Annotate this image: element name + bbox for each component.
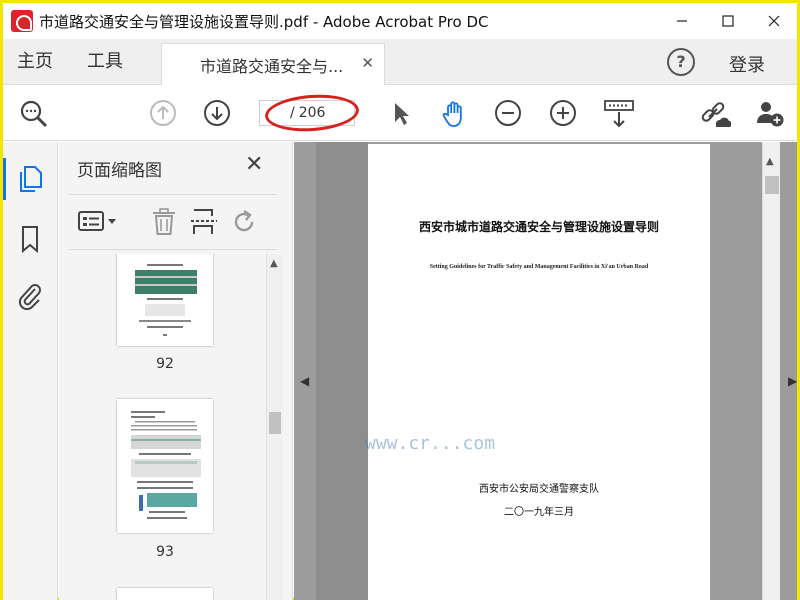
thumbnail-label-92: 92: [156, 356, 174, 372]
tab-tools[interactable]: 工具: [87, 39, 123, 85]
thumbnail-page-93[interactable]: [117, 399, 213, 533]
maximize-icon: [722, 15, 734, 27]
document-date: 二〇一九年三月: [504, 507, 574, 518]
watermark: www.cr...com: [365, 433, 496, 454]
select-arrow-icon[interactable]: [387, 99, 415, 127]
close-icon: [768, 15, 780, 27]
thumbnail-92-preview: [135, 264, 197, 336]
panel-title: 页面缩略图: [77, 161, 162, 181]
title-bar: 市道路交通安全与管理设施设置导则.pdf - Adobe Acrobat Pro…: [3, 3, 797, 39]
attachment-icon[interactable]: [16, 280, 44, 310]
panel-scrollbar[interactable]: ▲: [266, 254, 283, 600]
extract-page-icon[interactable]: [189, 207, 219, 237]
share-link-icon[interactable]: [699, 99, 731, 127]
window-title: 市道路交通安全与管理设施设置导则.pdf - Adobe Acrobat Pro…: [39, 12, 489, 31]
thumbnail-list: 92 93: [69, 254, 267, 600]
toolbar: / 206: [3, 85, 797, 141]
tab-document-label: 市道路交通安全与...: [200, 56, 344, 76]
rotate-page-icon[interactable]: [229, 207, 259, 237]
tab-document[interactable]: 市道路交通安全与... ✕: [161, 43, 385, 85]
minimize-icon: [677, 20, 687, 22]
tab-home[interactable]: 主页: [17, 39, 53, 85]
acrobat-logo-icon: [11, 10, 33, 32]
thumbnail-page-94[interactable]: [117, 588, 213, 600]
thumbnail-page-92[interactable]: [117, 254, 213, 346]
tab-close-button[interactable]: ✕: [361, 54, 374, 72]
thumbnail-93-preview: [131, 411, 201, 519]
window-controls: [659, 3, 797, 39]
page-down-icon[interactable]: [203, 99, 231, 127]
panel-scroll-thumb[interactable]: [269, 412, 281, 434]
close-window-button[interactable]: [751, 3, 797, 39]
collapse-left-arrow-icon[interactable]: ◀: [300, 374, 309, 388]
scroll-up-arrow-icon[interactable]: ▲: [270, 258, 278, 269]
document-scrollbar[interactable]: ▲: [762, 142, 780, 600]
keyboard-scroll-icon[interactable]: [603, 99, 635, 128]
doc-scroll-up-arrow-icon[interactable]: ▲: [766, 156, 774, 167]
thumbnail-label-93: 93: [156, 544, 174, 560]
zoom-out-icon[interactable]: [494, 99, 522, 127]
document-gutter: [316, 142, 368, 600]
help-button[interactable]: ?: [667, 48, 695, 76]
tab-bar: 主页 工具 市道路交通安全与... ✕ ? 登录: [3, 39, 797, 85]
zoom-in-icon[interactable]: [549, 99, 577, 127]
add-user-icon[interactable]: [755, 99, 784, 127]
panel-toolbar: [69, 194, 277, 250]
delete-page-icon[interactable]: [149, 207, 179, 237]
document-title-en: Setting Guidelines for Traffic Safety an…: [429, 264, 649, 270]
document-view: ◀ 西安市城市道路交通安全与管理设施设置导则 Setting Guideline…: [294, 142, 797, 600]
thumbnail-options-icon[interactable]: [77, 207, 117, 237]
collapse-right-arrow-icon[interactable]: ▶: [788, 374, 797, 388]
panel-close-button[interactable]: ✕: [245, 152, 263, 177]
document-organization: 西安市公安局交通警察支队: [479, 484, 599, 495]
maximize-button[interactable]: [705, 3, 751, 39]
hand-icon[interactable]: [439, 99, 467, 127]
page-thumbnails-icon[interactable]: [16, 164, 44, 192]
minimize-button[interactable]: [659, 3, 705, 39]
search-zoom-icon[interactable]: [19, 99, 48, 128]
page-up-icon[interactable]: [149, 99, 177, 127]
document-title-cn: 西安市城市道路交通安全与管理设施设置导则: [418, 220, 659, 234]
document-scroll-thumb[interactable]: [765, 176, 779, 194]
rail-active-indicator: [3, 158, 6, 200]
thumbnail-panel: 页面缩略图 ✕ 92 93 ▲: [59, 142, 293, 600]
login-button[interactable]: 登录: [729, 51, 765, 77]
left-rail: [3, 142, 58, 600]
document-page: 西安市城市道路交通安全与管理设施设置导则 Setting Guidelines …: [368, 144, 710, 600]
bookmark-icon[interactable]: [16, 224, 44, 254]
